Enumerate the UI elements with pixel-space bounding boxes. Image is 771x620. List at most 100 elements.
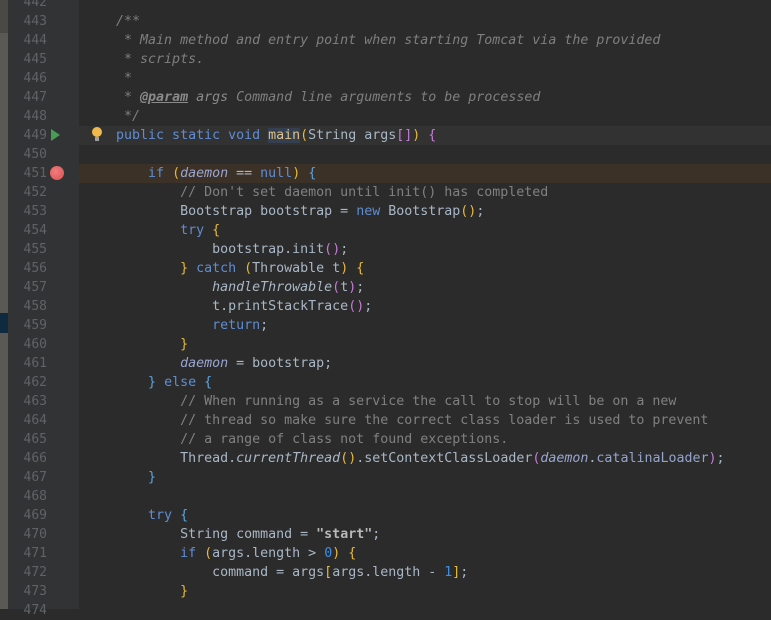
code-line[interactable]: command = args[args.length - 1]; [79, 563, 771, 582]
line-number[interactable]: 452 [16, 183, 47, 202]
code-line[interactable]: try { [79, 221, 771, 240]
code-token: try [84, 508, 181, 523]
line-number[interactable]: 471 [16, 544, 47, 563]
code-token: = bootstrap; [228, 356, 333, 371]
code-token: ; [460, 565, 469, 580]
code-token: } [84, 337, 189, 352]
line-number[interactable]: 464 [16, 411, 47, 430]
line-number[interactable]: 456 [16, 259, 47, 278]
line-number[interactable]: 451 [16, 164, 47, 183]
code-token: ( [332, 280, 341, 295]
line-number[interactable]: 463 [16, 392, 47, 411]
code-line[interactable]: Bootstrap bootstrap = new Bootstrap(); [79, 202, 771, 221]
line-number[interactable]: 460 [16, 335, 47, 354]
code-line[interactable] [79, 0, 771, 12]
line-number[interactable]: 469 [16, 506, 47, 525]
code-line[interactable]: */ [79, 107, 771, 126]
line-number[interactable]: 468 [16, 487, 47, 506]
line-number[interactable]: 474 [16, 601, 47, 620]
code-token: daemon [540, 451, 589, 466]
code-line[interactable]: } else { [79, 373, 771, 392]
line-number[interactable]: 462 [16, 373, 47, 392]
code-line[interactable] [79, 145, 771, 164]
code-line[interactable]: * scripts. [79, 50, 771, 69]
code-line[interactable]: * [79, 69, 771, 88]
code-line[interactable]: bootstrap.init(); [79, 240, 771, 259]
line-number[interactable]: 450 [16, 145, 47, 164]
code-token: } [84, 470, 157, 485]
code-line[interactable]: } [79, 335, 771, 354]
code-token: * [84, 90, 141, 105]
code-token: ( [300, 128, 309, 143]
code-line[interactable]: return; [79, 316, 771, 335]
code-line[interactable]: t.printStackTrace(); [79, 297, 771, 316]
editor-gutter[interactable]: 442 443 444 445 446 447 448 449 450 451 452 453 454 4… [8, 0, 79, 618]
line-number[interactable]: 457 [16, 278, 47, 297]
strip-selected-item[interactable] [0, 313, 8, 333]
code-line[interactable]: } catch (Throwable t) { [79, 259, 771, 278]
code-line[interactable]: /** [79, 12, 771, 31]
code-token: ) [708, 451, 717, 466]
code-line[interactable]: // Don't set daemon until init() has com… [79, 183, 771, 202]
code-line[interactable]: } [79, 582, 771, 601]
line-number[interactable]: 444 [16, 31, 47, 50]
code-token: args.length > [212, 546, 325, 561]
code-token: if [84, 166, 173, 181]
breakpoint-icon[interactable] [50, 166, 64, 180]
line-number[interactable]: 470 [16, 525, 47, 544]
code-line[interactable]: } [79, 468, 771, 487]
code-line[interactable]: try { [79, 506, 771, 525]
code-line[interactable]: handleThrowable(t); [79, 278, 771, 297]
line-number[interactable]: 473 [16, 582, 47, 601]
line-number[interactable]: 465 [16, 430, 47, 449]
line-number[interactable]: 472 [16, 563, 47, 582]
code-line[interactable] [79, 601, 771, 620]
code-line[interactable]: Thread.currentThread() .setContextClassLo… [79, 449, 771, 468]
code-token: ( [324, 242, 333, 257]
code-token: Thread. [84, 451, 237, 466]
line-number[interactable]: 459 [16, 316, 47, 335]
code-token: // When running as a service the call to… [84, 394, 677, 409]
code-token: t [340, 280, 349, 295]
line-number[interactable]: 445 [16, 50, 47, 69]
code-line[interactable]: if (args.length > 0) { [79, 544, 771, 563]
code-token: ( [172, 166, 181, 181]
line-number[interactable]: 466 [16, 449, 47, 468]
code-token: * Main method and entry point when start… [84, 33, 661, 48]
code-token: currentThread [236, 451, 341, 466]
code-line[interactable]: // thread so make sure the correct class… [79, 411, 771, 430]
code-line[interactable]: daemon = bootstrap; [79, 354, 771, 373]
line-number[interactable]: 448 [16, 107, 47, 126]
code-token: args.length - [332, 565, 445, 580]
code-line[interactable]: * @param args Command line arguments to … [79, 88, 771, 107]
line-number[interactable]: 443 [16, 12, 47, 31]
code-line[interactable]: if (daemon == null) { [79, 164, 771, 183]
code-token: ; [476, 204, 485, 219]
code-token: ( [348, 299, 357, 314]
code-line[interactable]: String command = "start"; [79, 525, 771, 544]
code-token: ; [364, 299, 373, 314]
code-token: /** [84, 14, 141, 29]
lightbulb-icon[interactable] [92, 127, 102, 141]
line-number[interactable]: 458 [16, 297, 47, 316]
line-number[interactable]: 447 [16, 88, 47, 107]
code-token: handleThrowable [84, 280, 333, 295]
code-token: Command line arguments to be processed [228, 90, 541, 105]
code-line[interactable] [79, 487, 771, 506]
line-number[interactable]: 455 [16, 240, 47, 259]
line-number[interactable]: 453 [16, 202, 47, 221]
code-line[interactable]: * Main method and entry point when start… [79, 31, 771, 50]
code-token: Throwable t [252, 261, 341, 276]
line-number[interactable]: 454 [16, 221, 47, 240]
run-gutter-icon[interactable] [51, 129, 60, 141]
line-number[interactable]: 446 [16, 69, 47, 88]
code-line[interactable]: // a range of class not found exceptions… [79, 430, 771, 449]
line-number[interactable]: 442 [16, 0, 47, 12]
code-line[interactable]: // When running as a service the call to… [79, 392, 771, 411]
line-number[interactable]: 461 [16, 354, 47, 373]
code-line[interactable]: public static void main(String args[]) { [79, 126, 771, 145]
code-token: return [84, 318, 261, 333]
line-number[interactable]: 449 [16, 126, 47, 145]
code-editor[interactable]: /** * Main method and entry point when s… [79, 0, 771, 609]
line-number[interactable]: 467 [16, 468, 47, 487]
